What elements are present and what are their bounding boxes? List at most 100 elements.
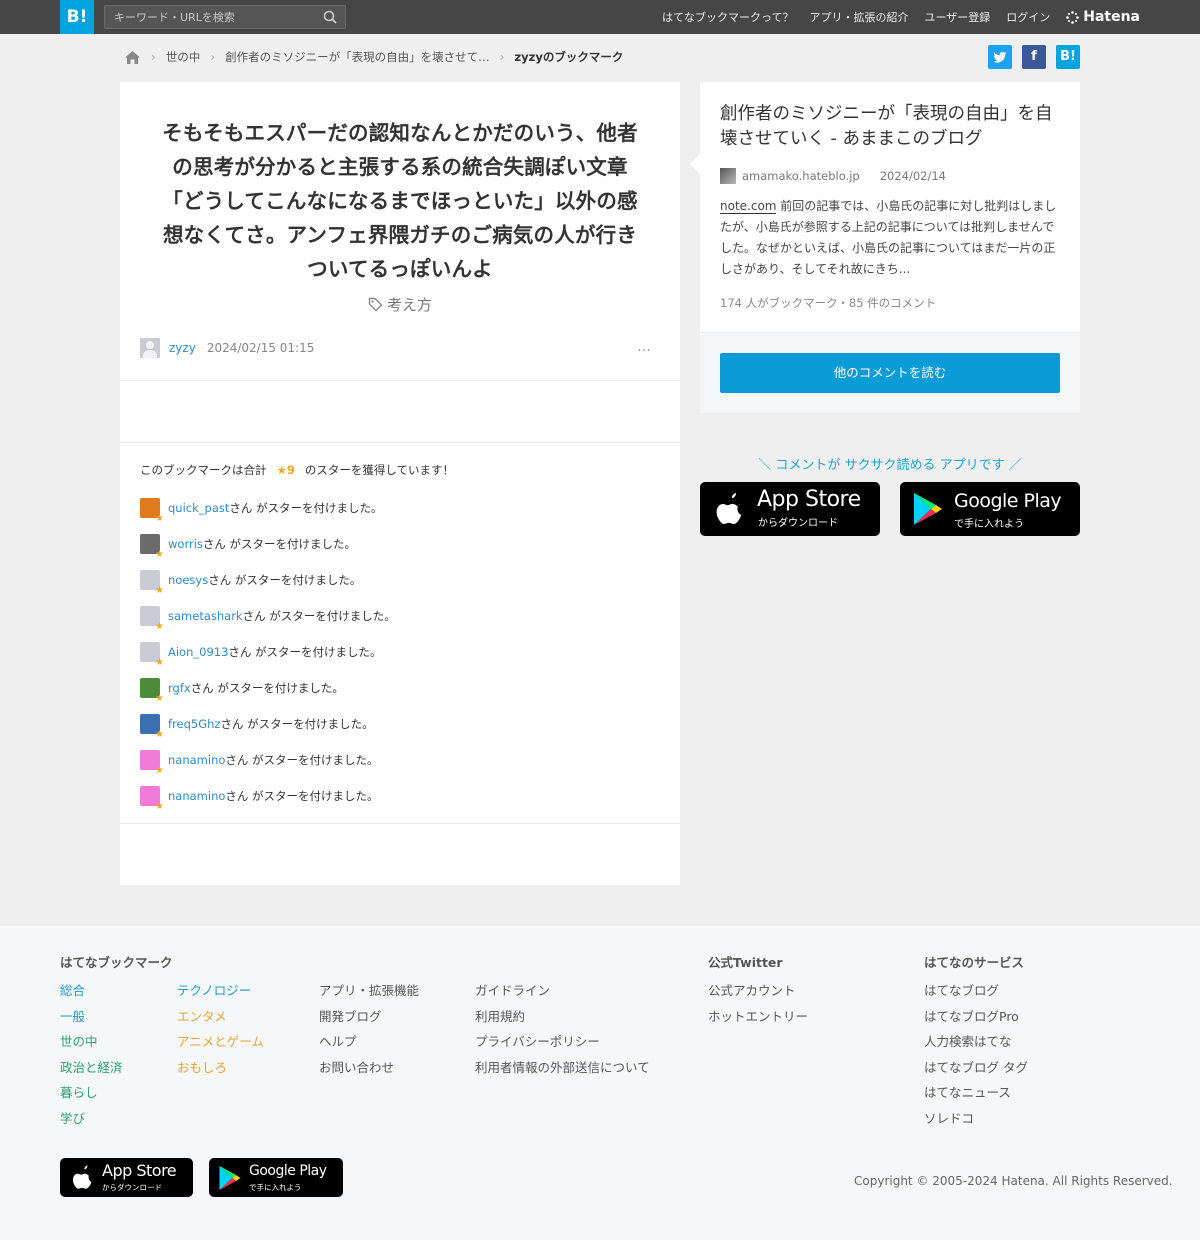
list-item: ★ nanamino さん がスターを付けました。: [140, 786, 660, 822]
google-play-title: Google Play: [954, 490, 1062, 512]
footer-link[interactable]: おもしろ: [177, 1060, 227, 1075]
entry-title-link[interactable]: 創作者のミソジニーが「表現の自由」を自壊させていく - あままこのブログ: [720, 102, 1065, 152]
footer-link[interactable]: アプリ・拡張機能: [319, 983, 419, 998]
nav-register[interactable]: ユーザー登録: [924, 9, 990, 25]
entry-summary: note.com 前回の記事では、小島氏の記事に対し批判はしましたが、小島氏が参…: [720, 196, 1060, 280]
search-icon[interactable]: [323, 10, 337, 24]
footer-link[interactable]: はてなニュース: [924, 1085, 1011, 1100]
avatar[interactable]: ★: [140, 606, 164, 632]
star-action-text: さん がスターを付けました。: [208, 573, 362, 587]
star-user-link[interactable]: Aion_0913: [168, 642, 228, 662]
footer-app-store-badge[interactable]: App Store からダウンロード: [60, 1158, 193, 1197]
footer-link[interactable]: 学び: [60, 1111, 85, 1126]
avatar[interactable]: ★: [140, 714, 164, 740]
footer-link[interactable]: はてなブログ: [924, 983, 999, 998]
chevron-right-icon: ›: [499, 50, 505, 64]
google-play-subtitle: で手に入れよう: [954, 519, 1024, 530]
google-play-badge[interactable]: Google Play で手に入れよう: [900, 482, 1080, 536]
favicon-icon: [720, 168, 736, 184]
footer-link[interactable]: 総合: [60, 983, 85, 998]
search-box: [104, 5, 346, 29]
footer-misc-column: アプリ・拡張機能 開発ブログ ヘルプ お問い合わせ: [319, 978, 419, 1080]
hatena-bookmark-logo[interactable]: B!: [60, 0, 94, 34]
entry-card: 創作者のミソジニーが「表現の自由」を自壊させていく - あままこのブログ ama…: [690, 82, 1080, 413]
footer-link[interactable]: 一般: [60, 1009, 85, 1024]
footer-group-blue: テクノロジー: [177, 978, 264, 1004]
footer-link[interactable]: はてなブログPro: [924, 1009, 1019, 1024]
star-user-list: ★ quick_past さん がスターを付けました。 ★ worris さん がスター…: [140, 498, 660, 822]
avatar[interactable]: ★: [140, 570, 164, 596]
twitter-share-button[interactable]: [988, 45, 1012, 69]
star-action-text: さん がスターを付けました。: [229, 501, 383, 515]
footer-link[interactable]: エンタメ: [177, 1009, 227, 1024]
star-action-text: さん がスターを付けました。: [242, 609, 396, 623]
footer-link[interactable]: テクノロジー: [177, 983, 251, 998]
summary-link[interactable]: note.com: [720, 199, 777, 214]
home-icon[interactable]: [124, 50, 141, 65]
star-user-link[interactable]: quick_past: [168, 498, 229, 518]
search-input[interactable]: [105, 6, 315, 28]
hatena-brand-link[interactable]: Hatena: [1066, 9, 1140, 25]
footer-link[interactable]: 利用者情報の外部送信について: [475, 1060, 650, 1075]
footer-link[interactable]: 世の中: [60, 1034, 98, 1049]
avatar[interactable]: [140, 338, 160, 358]
breadcrumb-category[interactable]: 世の中: [166, 49, 201, 65]
avatar[interactable]: ★: [140, 498, 164, 524]
card-pointer: [690, 154, 700, 174]
star-icon: ★: [155, 549, 164, 560]
avatar[interactable]: ★: [140, 678, 164, 704]
app-store-subtitle: からダウンロード: [758, 518, 838, 529]
chevron-right-icon: ›: [151, 50, 156, 64]
star-user-link[interactable]: freq5Ghz: [168, 714, 220, 734]
copyright: Copyright © 2005-2024 Hatena. All Rights…: [854, 1174, 1173, 1188]
footer-link[interactable]: ソレドコ: [924, 1111, 974, 1126]
footer-link[interactable]: 暮らし: [60, 1085, 98, 1100]
footer-google-play-badge[interactable]: Google Play で手に入れよう: [209, 1158, 343, 1197]
footer-link[interactable]: ヘルプ: [319, 1034, 357, 1049]
app-store-title: App Store: [102, 1161, 177, 1180]
footer-link[interactable]: 開発ブログ: [319, 1009, 382, 1024]
star-icon: ★: [155, 585, 164, 596]
entry-domain-link[interactable]: amamako.hateblo.jp: [742, 169, 860, 183]
star-user-link[interactable]: rgfx: [168, 678, 191, 698]
star-user-link[interactable]: nanamino: [168, 786, 225, 806]
star-user-link[interactable]: noesys: [168, 570, 208, 590]
footer-link[interactable]: プライバシーポリシー: [475, 1034, 600, 1049]
header-nav: はてなブックマークって？ アプリ・拡張の紹介 ユーザー登録 ログイン Haten…: [662, 0, 1140, 34]
app-store-badge[interactable]: App Store からダウンロード: [700, 482, 880, 536]
chevron-right-icon: ›: [210, 50, 216, 64]
global-header: B! はてなブックマークって？ アプリ・拡張の紹介 ユーザー登録 ログイン Ha…: [0, 0, 1200, 34]
star-user-link[interactable]: worris: [168, 534, 203, 554]
footer-link[interactable]: 政治と経済: [60, 1060, 123, 1075]
nav-apps[interactable]: アプリ・拡張の紹介: [809, 9, 908, 25]
bookmark-user-link[interactable]: zyzy: [169, 341, 196, 355]
hatena-bookmark-button[interactable]: B!: [1056, 45, 1080, 69]
footer-link[interactable]: 人力検索はてな: [924, 1034, 1012, 1049]
more-options-button[interactable]: …: [637, 339, 652, 355]
avatar[interactable]: ★: [140, 534, 164, 560]
read-other-comments-button[interactable]: 他のコメントを読む: [720, 353, 1060, 393]
footer-link[interactable]: 利用規約: [475, 1009, 525, 1024]
footer-link[interactable]: お問い合わせ: [319, 1060, 394, 1075]
google-play-subtitle: で手に入れよう: [249, 1183, 302, 1192]
nav-about[interactable]: はてなブックマークって？: [662, 9, 793, 25]
avatar[interactable]: ★: [140, 642, 164, 668]
footer-link[interactable]: 公式アカウント: [708, 983, 796, 998]
star-user-link[interactable]: sametashark: [168, 606, 243, 626]
facebook-share-button[interactable]: f: [1022, 45, 1046, 69]
breadcrumb-entry[interactable]: 創作者のミソジニーが「表現の自由」を壊させて…: [225, 49, 490, 65]
tag-icon: [368, 297, 383, 312]
footer-link[interactable]: アニメとゲーム: [177, 1034, 264, 1049]
tag-link[interactable]: 考え方: [387, 296, 432, 314]
nav-login[interactable]: ログイン: [1006, 9, 1050, 25]
avatar[interactable]: ★: [140, 786, 164, 812]
list-item: ★ sametashark さん がスターを付けました。: [140, 606, 660, 642]
bookmark-meta: zyzy 2024/02/15 01:15: [140, 338, 314, 358]
star-user-link[interactable]: nanamino: [168, 750, 225, 770]
footer-link[interactable]: ホットエントリー: [708, 1009, 808, 1024]
footer-link[interactable]: はてなブログ タグ: [924, 1060, 1028, 1075]
list-item: ★ nanamino さん がスターを付けました。: [140, 750, 660, 786]
avatar[interactable]: ★: [140, 750, 164, 776]
footer-link[interactable]: ガイドライン: [475, 983, 550, 998]
footer-group-blue: 総合 一般: [60, 978, 123, 1029]
